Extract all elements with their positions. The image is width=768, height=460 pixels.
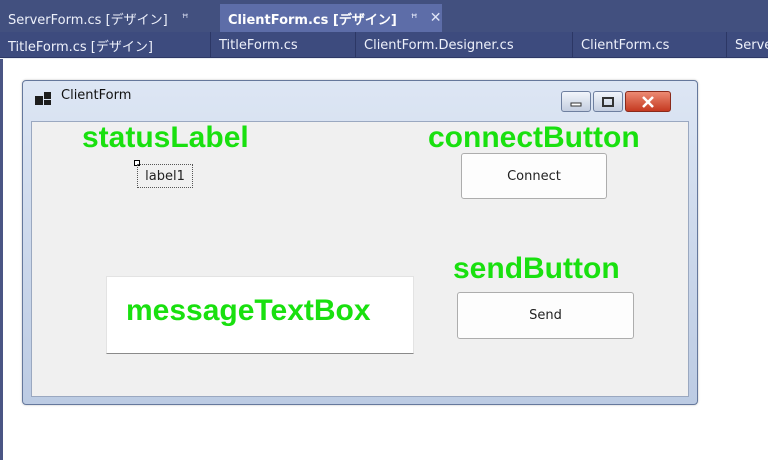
tab-label: TitleForm.cs [デザイン] — [8, 39, 153, 55]
tab-label: ClientForm.Designer.cs — [364, 37, 514, 53]
annotation-connect-button: connectButton — [428, 121, 640, 154]
send-button[interactable]: Send — [457, 292, 634, 339]
tab-label: ClientForm.cs [デザイン] — [228, 12, 397, 28]
form-title: ClientForm — [61, 88, 132, 103]
maximize-icon — [602, 96, 614, 107]
tab-titleform-cs[interactable]: TitleForm.cs — [211, 32, 356, 58]
tab-clientform-designer-cs[interactable]: ClientForm.Designer.cs — [356, 32, 573, 58]
tab-label: ServerForm.cs [デザイン] — [8, 12, 168, 28]
secondary-tab-bar: TitleForm.cs [デザイン] TitleForm.cs ClientF… — [0, 32, 768, 58]
tab-titleform-designer[interactable]: TitleForm.cs [デザイン] — [0, 32, 211, 58]
pin-icon[interactable]: ꟸ — [182, 11, 189, 25]
status-label[interactable]: label1 — [137, 164, 193, 188]
connect-button[interactable]: Connect — [461, 153, 607, 199]
document-tab-bar: ServerForm.cs [デザイン] ꟸ ClientForm.cs [デザ… — [0, 0, 768, 32]
annotation-message-textbox: messageTextBox — [126, 294, 371, 327]
close-tab-icon[interactable]: ✕ — [430, 10, 442, 26]
close-icon — [642, 95, 654, 108]
minimize-button[interactable] — [561, 91, 591, 112]
annotation-send-button: sendButton — [453, 252, 620, 285]
pin-icon[interactable]: ꟸ — [411, 11, 418, 25]
maximize-button[interactable] — [593, 91, 623, 112]
tab-label: TitleForm.cs — [219, 37, 298, 53]
tab-label: ClientForm.cs — [581, 37, 670, 53]
tab-label: Serve — [735, 37, 768, 53]
annotation-status-label: statusLabel — [82, 121, 249, 154]
tab-serverform-cs[interactable]: Serve — [727, 32, 768, 58]
close-button[interactable] — [625, 91, 671, 112]
form-icon — [35, 92, 51, 106]
minimize-icon — [570, 102, 582, 106]
tab-clientform-cs[interactable]: ClientForm.cs — [573, 32, 727, 58]
tab-serverform-designer[interactable]: ServerForm.cs [デザイン] ꟸ — [0, 4, 220, 32]
tab-clientform-designer[interactable]: ClientForm.cs [デザイン] ꟸ ✕ — [220, 4, 442, 32]
